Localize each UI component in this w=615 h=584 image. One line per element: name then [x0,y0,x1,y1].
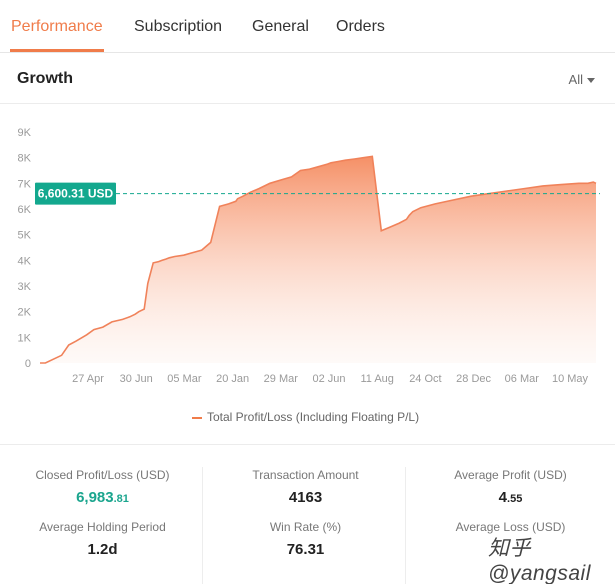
x-tick-label: 06 Mar [505,373,540,385]
y-tick-label: 3K [18,281,32,293]
y-tick-label: 6K [18,204,32,216]
y-tick-label: 2K [18,307,32,319]
stat-win-rate: Win Rate (%) 76.31 [203,520,408,558]
stat-label: Transaction Amount [252,468,359,482]
stat-label: Average Holding Period [39,520,166,534]
x-tick-label: 30 Jun [120,373,153,385]
stat-value: 1.2d [87,541,118,558]
stat-value: 4.55 [408,489,613,506]
stat-value: 6,983.81 [0,489,205,506]
x-tick-label: 20 Jan [216,373,249,385]
stat-closed-pl: Closed Profit/Loss (USD) 6,983.81 [0,468,205,506]
chart-legend[interactable]: Total Profit/Loss (Including Floating P/… [192,410,419,424]
active-tab-indicator [10,49,104,52]
watermark: 知乎 @yangsail [488,537,591,584]
tab-bar: Performance Subscription General Orders [0,0,615,53]
profit-area [40,156,596,363]
legend-line-icon [192,416,202,419]
x-tick-label: 29 Mar [264,373,299,385]
stat-transaction-amount: Transaction Amount 4163 [203,468,408,506]
tab-general[interactable]: General [252,18,309,36]
y-tick-label: 7K [18,178,32,190]
stat-label: Average Profit (USD) [454,468,567,482]
y-tick-label: 5K [18,230,32,242]
y-tick-label: 1K [18,332,32,344]
stat-value-int: 4 [498,489,508,506]
stat-average-profit: Average Profit (USD) 4.55 [408,468,613,506]
range-dropdown-value: All [568,72,583,87]
stat-value: 76.31 [286,541,325,558]
x-tick-label: 11 Aug [360,373,393,385]
reference-label: 6,600.31 USD [38,187,114,201]
tab-orders[interactable]: Orders [336,18,385,36]
x-tick-label: 24 Oct [409,373,441,385]
y-tick-label: 0 [25,358,31,370]
range-dropdown[interactable]: All [569,72,595,87]
stat-holding-period: Average Holding Period 1.2d [0,520,205,558]
x-tick-label: 28 Dec [456,373,491,385]
growth-chart: 0 1K 2K 3K 4K 5K 6K 7K 8K 9K 27 Apr 30 Jun 05 Mar 20… [18,127,600,385]
tab-performance[interactable]: Performance [11,18,103,36]
stat-label: Win Rate (%) [269,520,342,534]
x-tick-label: 27 Apr [72,373,104,385]
stat-value-int: 6,983 [76,489,114,506]
section-title: Growth [17,70,73,87]
x-tick-label: 10 May [552,373,589,385]
y-tick-label: 8K [18,153,32,165]
legend-label: Total Profit/Loss (Including Floating P/… [207,410,420,424]
growth-header: Growth All [0,53,615,104]
x-tick-label: 02 Jun [312,373,345,385]
stat-value: 4163 [288,489,323,506]
x-tick-label: 05 Mar [167,373,202,385]
stat-label: Closed Profit/Loss (USD) [35,468,170,482]
stat-value-dec: .81 [113,493,129,505]
stat-value-dec: .55 [507,493,523,505]
y-tick-label: 9K [18,127,32,139]
y-tick-label: 4K [18,255,32,267]
tab-subscription[interactable]: Subscription [134,18,222,36]
caret-down-icon [587,78,595,84]
